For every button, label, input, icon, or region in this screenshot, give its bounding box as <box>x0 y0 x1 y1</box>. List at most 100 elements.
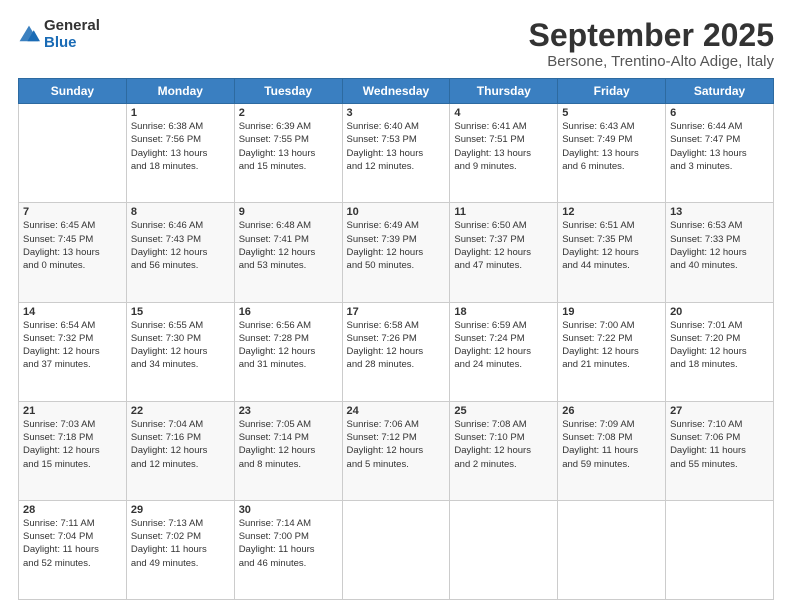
day-number: 12 <box>562 206 661 218</box>
cell-line: Daylight: 13 hours <box>347 147 446 160</box>
day-number: 29 <box>131 504 230 516</box>
calendar-cell: 12Sunrise: 6:51 AMSunset: 7:35 PMDayligh… <box>558 203 666 302</box>
cell-line: Sunset: 7:20 PM <box>670 332 769 345</box>
calendar-cell: 19Sunrise: 7:00 AMSunset: 7:22 PMDayligh… <box>558 302 666 401</box>
cell-line: Daylight: 11 hours <box>670 444 769 457</box>
day-number: 9 <box>239 206 338 218</box>
cell-line: Daylight: 12 hours <box>23 345 122 358</box>
day-number: 19 <box>562 306 661 318</box>
cell-line: Sunrise: 7:01 AM <box>670 319 769 332</box>
cell-line: and 31 minutes. <box>239 358 338 371</box>
location: Bersone, Trentino-Alto Adige, Italy <box>529 53 774 70</box>
cell-line: Sunrise: 7:04 AM <box>131 418 230 431</box>
cell-line: and 15 minutes. <box>239 160 338 173</box>
cell-line: Sunrise: 7:06 AM <box>347 418 446 431</box>
cell-line: Daylight: 11 hours <box>23 543 122 556</box>
cell-line: Sunset: 7:14 PM <box>239 431 338 444</box>
cell-line: and 18 minutes. <box>131 160 230 173</box>
cell-line: Sunset: 7:56 PM <box>131 133 230 146</box>
day-header-monday: Monday <box>126 79 234 104</box>
cell-line: Sunrise: 6:43 AM <box>562 120 661 133</box>
day-header-tuesday: Tuesday <box>234 79 342 104</box>
cell-line: Sunset: 7:24 PM <box>454 332 553 345</box>
cell-line: and 15 minutes. <box>23 458 122 471</box>
cell-line: and 21 minutes. <box>562 358 661 371</box>
calendar-week-1: 1Sunrise: 6:38 AMSunset: 7:56 PMDaylight… <box>19 104 774 203</box>
cell-line: Sunset: 7:26 PM <box>347 332 446 345</box>
cell-line: Sunrise: 6:41 AM <box>454 120 553 133</box>
calendar-cell: 30Sunrise: 7:14 AMSunset: 7:00 PMDayligh… <box>234 500 342 599</box>
day-number: 11 <box>454 206 553 218</box>
cell-line: Sunset: 7:30 PM <box>131 332 230 345</box>
day-number: 7 <box>23 206 122 218</box>
cell-line: Daylight: 13 hours <box>670 147 769 160</box>
day-number: 5 <box>562 107 661 119</box>
title-block: September 2025 Bersone, Trentino-Alto Ad… <box>529 18 774 70</box>
calendar-cell: 22Sunrise: 7:04 AMSunset: 7:16 PMDayligh… <box>126 401 234 500</box>
calendar-cell: 1Sunrise: 6:38 AMSunset: 7:56 PMDaylight… <box>126 104 234 203</box>
cell-line: Daylight: 11 hours <box>131 543 230 556</box>
day-number: 22 <box>131 405 230 417</box>
cell-line: Daylight: 12 hours <box>454 345 553 358</box>
calendar-body: 1Sunrise: 6:38 AMSunset: 7:56 PMDaylight… <box>19 104 774 600</box>
calendar-cell: 21Sunrise: 7:03 AMSunset: 7:18 PMDayligh… <box>19 401 127 500</box>
cell-line: Sunset: 7:00 PM <box>239 530 338 543</box>
cell-line: and 40 minutes. <box>670 259 769 272</box>
cell-line: Daylight: 12 hours <box>239 345 338 358</box>
cell-line: and 0 minutes. <box>23 259 122 272</box>
day-number: 17 <box>347 306 446 318</box>
calendar-cell: 18Sunrise: 6:59 AMSunset: 7:24 PMDayligh… <box>450 302 558 401</box>
day-number: 1 <box>131 107 230 119</box>
cell-line: Sunset: 7:49 PM <box>562 133 661 146</box>
cell-line: Daylight: 12 hours <box>670 345 769 358</box>
cell-line: Sunset: 7:28 PM <box>239 332 338 345</box>
day-number: 6 <box>670 107 769 119</box>
cell-line: Sunset: 7:10 PM <box>454 431 553 444</box>
calendar-week-4: 21Sunrise: 7:03 AMSunset: 7:18 PMDayligh… <box>19 401 774 500</box>
cell-line: Daylight: 12 hours <box>131 345 230 358</box>
cell-line: and 53 minutes. <box>239 259 338 272</box>
cell-line: Daylight: 12 hours <box>562 246 661 259</box>
cell-line: and 34 minutes. <box>131 358 230 371</box>
day-number: 16 <box>239 306 338 318</box>
cell-line: and 50 minutes. <box>347 259 446 272</box>
cell-line: Daylight: 11 hours <box>562 444 661 457</box>
day-number: 25 <box>454 405 553 417</box>
day-number: 14 <box>23 306 122 318</box>
cell-line: Sunrise: 7:08 AM <box>454 418 553 431</box>
calendar-cell <box>450 500 558 599</box>
cell-line: and 56 minutes. <box>131 259 230 272</box>
cell-line: Sunrise: 6:44 AM <box>670 120 769 133</box>
calendar-cell: 29Sunrise: 7:13 AMSunset: 7:02 PMDayligh… <box>126 500 234 599</box>
cell-line: and 59 minutes. <box>562 458 661 471</box>
logo-icon <box>18 24 40 46</box>
cell-line: Daylight: 11 hours <box>239 543 338 556</box>
calendar-week-3: 14Sunrise: 6:54 AMSunset: 7:32 PMDayligh… <box>19 302 774 401</box>
logo-general: General <box>44 18 100 35</box>
cell-line: Daylight: 13 hours <box>454 147 553 160</box>
cell-line: Sunrise: 6:48 AM <box>239 219 338 232</box>
cell-line: Sunset: 7:32 PM <box>23 332 122 345</box>
cell-line: Sunrise: 7:05 AM <box>239 418 338 431</box>
cell-line: and 46 minutes. <box>239 557 338 570</box>
cell-line: Sunset: 7:55 PM <box>239 133 338 146</box>
cell-line: Daylight: 12 hours <box>347 246 446 259</box>
day-number: 10 <box>347 206 446 218</box>
calendar-cell: 11Sunrise: 6:50 AMSunset: 7:37 PMDayligh… <box>450 203 558 302</box>
cell-line: Sunrise: 7:09 AM <box>562 418 661 431</box>
cell-line: and 47 minutes. <box>454 259 553 272</box>
cell-line: Sunrise: 6:51 AM <box>562 219 661 232</box>
day-number: 13 <box>670 206 769 218</box>
calendar-cell: 20Sunrise: 7:01 AMSunset: 7:20 PMDayligh… <box>666 302 774 401</box>
day-number: 27 <box>670 405 769 417</box>
calendar-cell <box>19 104 127 203</box>
cell-line: Sunrise: 6:53 AM <box>670 219 769 232</box>
cell-line: Daylight: 12 hours <box>454 246 553 259</box>
calendar-cell: 28Sunrise: 7:11 AMSunset: 7:04 PMDayligh… <box>19 500 127 599</box>
calendar-cell: 15Sunrise: 6:55 AMSunset: 7:30 PMDayligh… <box>126 302 234 401</box>
calendar-cell: 14Sunrise: 6:54 AMSunset: 7:32 PMDayligh… <box>19 302 127 401</box>
cell-line: and 44 minutes. <box>562 259 661 272</box>
day-number: 2 <box>239 107 338 119</box>
cell-line: and 37 minutes. <box>23 358 122 371</box>
calendar-cell: 17Sunrise: 6:58 AMSunset: 7:26 PMDayligh… <box>342 302 450 401</box>
